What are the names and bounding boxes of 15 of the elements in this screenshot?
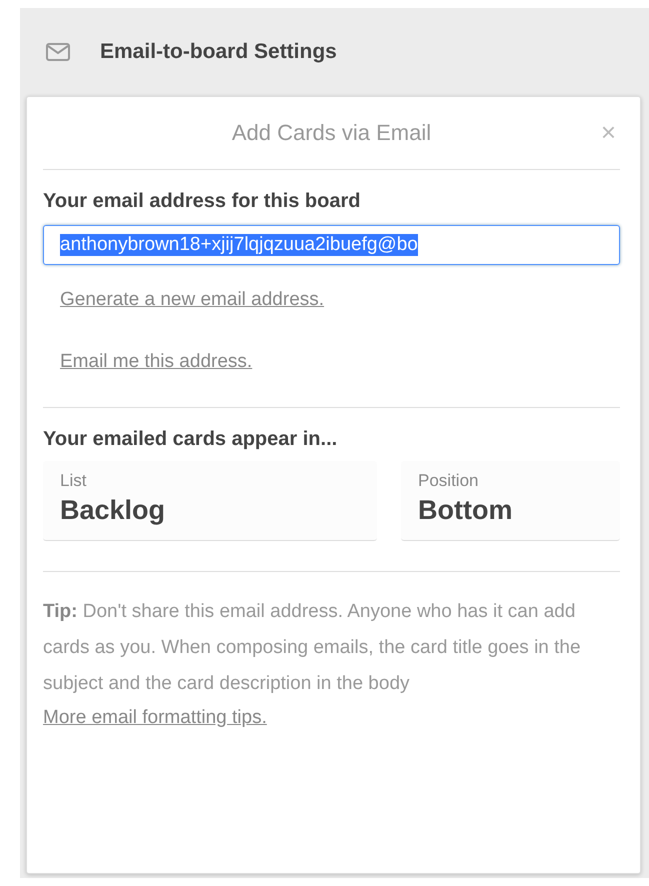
select-value: Backlog: [60, 495, 166, 526]
tip-text: Tip: Don't share this email address. Anyone who has it can add cards as you. When composing emails, the card title goes in the subject and the card description in the body: [43, 600, 582, 696]
select-value: Bottom: [418, 495, 514, 526]
text-link[interactable]: Email me this address.: [60, 351, 252, 373]
popover-title: Add Cards via Email: [232, 120, 432, 146]
mail-icon: [46, 43, 70, 61]
select-label: List: [60, 471, 88, 491]
section-label: Your emailed cards appear in...: [43, 428, 338, 451]
email-field[interactable]: anthonybrown18+xjij7lqjqzuua2ibuefg@bo: [43, 225, 620, 265]
close-button[interactable]: ×: [596, 117, 620, 148]
select-label: Position: [418, 471, 480, 491]
section-title: Email-to-board Settings: [100, 40, 337, 64]
tips-link[interactable]: More email formatting tips.: [43, 702, 267, 734]
field-label: Your email address for this board: [43, 190, 362, 213]
text-link[interactable]: Generate a new email address.: [60, 289, 324, 311]
